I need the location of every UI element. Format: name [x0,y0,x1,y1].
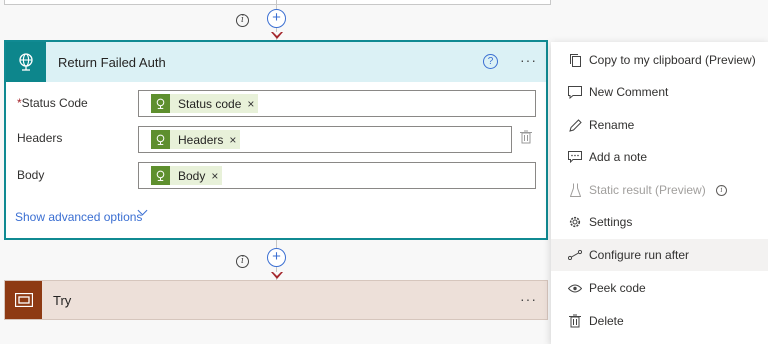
body-input[interactable]: Body × [138,162,536,189]
previous-action-card [4,0,551,5]
trash-icon [568,314,582,328]
action-card-header[interactable]: Return Failed Auth ? ··· [6,42,546,82]
action-card-title[interactable]: Return Failed Auth [58,55,166,70]
copy-icon [568,53,582,67]
menu-item-static-result: Static result (Preview) i [551,174,768,206]
comment-icon [568,85,582,99]
action-card-return-failed-auth: Return Failed Auth ? ··· *Status Code St… [4,40,548,240]
trash-icon[interactable] [520,130,532,144]
connector-info-icon[interactable]: i [236,14,249,27]
insert-step-button[interactable]: + [267,9,286,28]
request-token-icon [151,94,170,113]
note-icon [568,150,582,164]
status-code-input[interactable]: Status code × [138,90,536,117]
flow-arrow-icon [271,32,283,39]
more-options-button[interactable]: ··· [520,291,537,307]
status-code-label: *Status Code [17,96,88,110]
headers-input[interactable]: Headers × [138,126,512,153]
menu-item-new-comment[interactable]: New Comment [551,76,768,108]
more-options-button[interactable]: ··· [520,52,537,68]
menu-item-copy-to-clipboard[interactable]: Copy to my clipboard (Preview) [551,44,768,76]
pencil-icon [568,118,582,132]
menu-item-peek-code[interactable]: Peek code [551,272,768,304]
status-code-token[interactable]: Status code × [151,94,259,113]
gear-icon [568,215,582,229]
request-token-icon [151,130,170,149]
scope-icon [5,281,42,319]
menu-item-settings[interactable]: Settings [551,206,768,238]
menu-item-delete[interactable]: Delete [551,305,768,337]
token-label: Body [178,168,206,183]
body-token[interactable]: Body × [151,166,223,185]
remove-token-button[interactable]: × [247,97,254,111]
show-advanced-options-link[interactable]: Show advanced options [15,210,142,224]
request-response-icon [6,42,46,82]
help-icon[interactable]: ? [483,54,498,69]
remove-token-button[interactable]: × [229,133,236,147]
connector-info-icon[interactable]: i [236,255,249,268]
menu-item-configure-run-after[interactable]: Configure run after [551,239,768,271]
flask-icon [568,183,582,197]
flow-arrow-icon [271,272,283,279]
token-label: Headers [178,132,224,147]
run-after-icon [568,248,582,262]
try-card-title[interactable]: Try [53,293,71,308]
context-menu: Copy to my clipboard (Preview) New Comme… [551,42,768,344]
menu-item-add-a-note[interactable]: Add a note [551,141,768,173]
info-icon[interactable]: i [716,185,727,196]
menu-item-rename[interactable]: Rename [551,109,768,141]
remove-token-button[interactable]: × [211,169,218,183]
headers-label: Headers [17,131,63,145]
try-scope-card[interactable]: Try ··· [4,280,548,320]
body-label: Body [17,168,45,182]
eye-icon [568,281,582,295]
token-label: Status code [178,96,242,111]
request-token-icon [151,166,170,185]
headers-token[interactable]: Headers × [151,130,241,149]
insert-step-button[interactable]: + [267,248,286,267]
